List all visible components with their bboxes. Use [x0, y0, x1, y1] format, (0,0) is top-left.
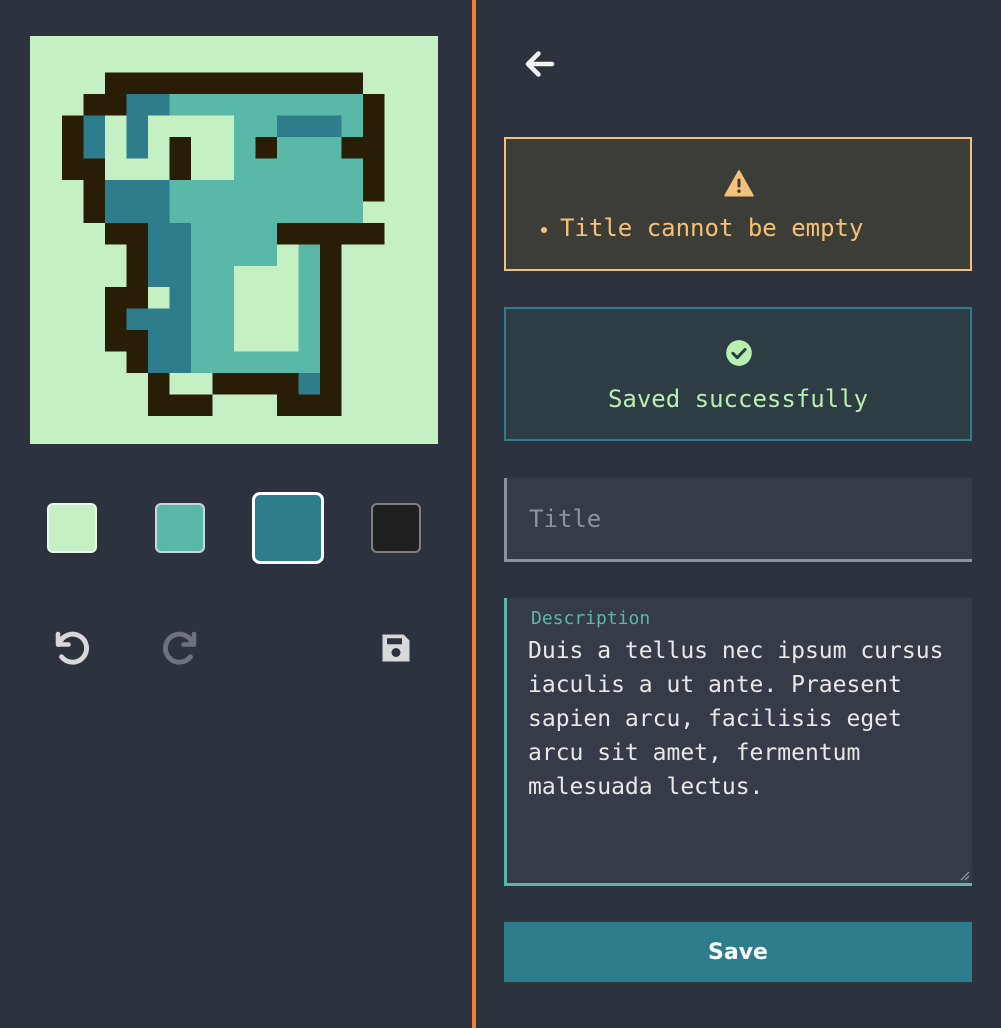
redo-button[interactable]: [158, 626, 202, 670]
pixel-art-canvas[interactable]: [30, 36, 438, 444]
success-message: Saved successfully: [607, 385, 869, 413]
undo-button[interactable]: [50, 626, 94, 670]
description-field[interactable]: Description Duis a tellus nec ipsum curs…: [504, 598, 972, 886]
color-swatch-black[interactable]: [371, 503, 421, 553]
warning-triangle-icon: [724, 169, 754, 201]
redo-icon: [163, 631, 197, 665]
title-input[interactable]: [504, 478, 972, 562]
floppy-disk-icon: [382, 634, 410, 662]
save-button[interactable]: Save: [504, 922, 972, 982]
description-textarea[interactable]: Duis a tellus nec ipsum cursus iaculis a…: [528, 634, 948, 872]
pixel-dinosaur-art: [62, 72, 385, 417]
warning-alert: Title cannot be empty: [504, 137, 972, 271]
description-label: Description: [531, 608, 651, 629]
color-swatch-teal[interactable]: [155, 503, 205, 553]
resize-handle-icon[interactable]: [958, 869, 970, 881]
details-form-panel: Title cannot be empty Saved successfully…: [476, 0, 1001, 1028]
save-drawing-button[interactable]: [374, 626, 418, 670]
undo-icon: [55, 631, 89, 665]
pixel-editor-panel: [0, 0, 472, 1028]
arrow-left-icon: [525, 51, 555, 77]
success-alert: Saved successfully: [504, 307, 972, 441]
error-list: Title cannot be empty: [532, 201, 863, 255]
color-swatch-dark-teal-selected[interactable]: [252, 492, 324, 564]
check-circle-icon: [725, 339, 753, 371]
color-swatch-light-green[interactable]: [47, 503, 97, 553]
back-button[interactable]: [520, 44, 560, 84]
error-item: Title cannot be empty: [560, 201, 863, 255]
